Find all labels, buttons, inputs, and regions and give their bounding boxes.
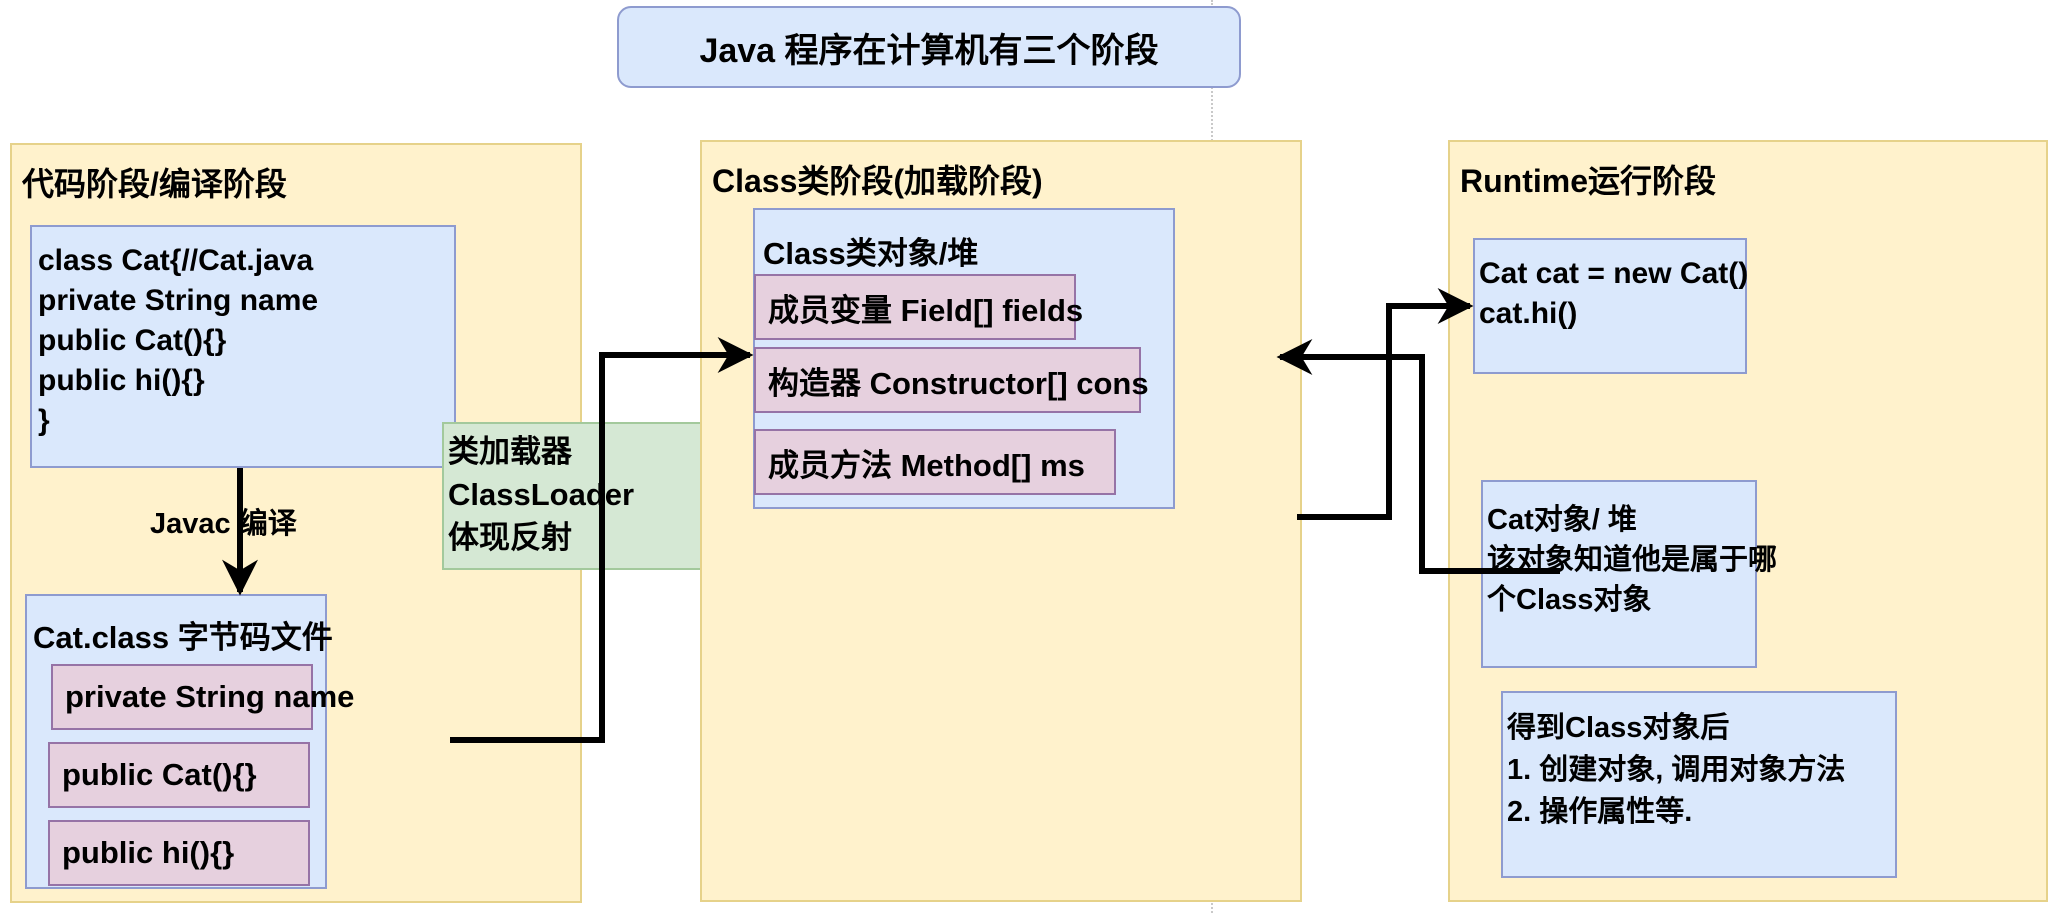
instantiate-arrow <box>1297 288 1474 520</box>
classloader-arrow <box>450 337 754 743</box>
connector-layer <box>222 288 1560 743</box>
object-to-class-arrow <box>1276 339 1560 574</box>
